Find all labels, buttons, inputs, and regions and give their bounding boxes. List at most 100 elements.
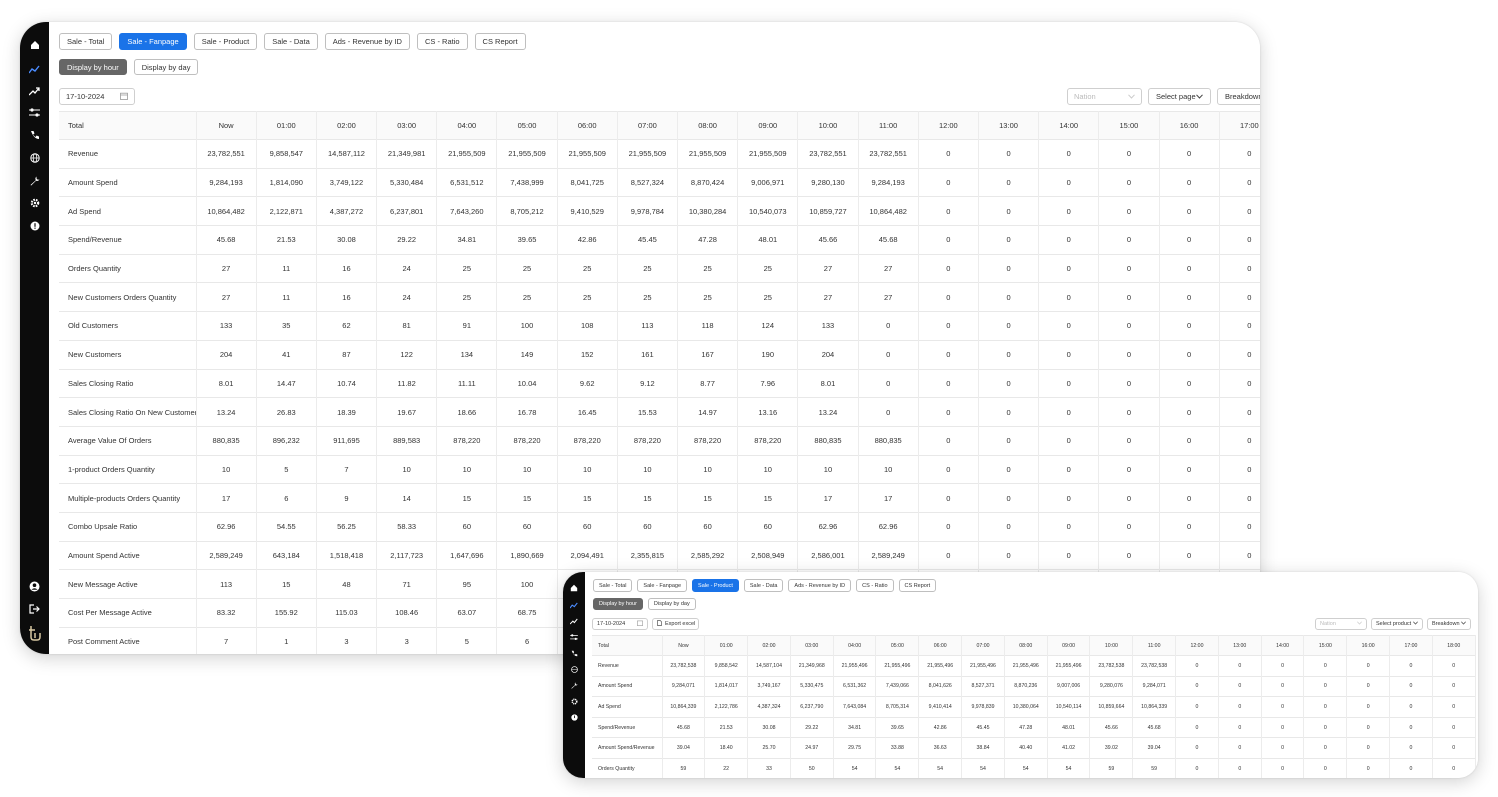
table-cell: 880,835 (196, 425, 257, 456)
table-cell: 25 (677, 282, 739, 312)
column-header[interactable]: 13:00 (1218, 635, 1262, 656)
column-header[interactable]: 05:00 (875, 635, 920, 656)
column-header[interactable]: 01:00 (256, 111, 317, 140)
column-header[interactable]: Now (662, 635, 706, 656)
tab-cs-ratio[interactable]: CS - Ratio (856, 579, 894, 592)
column-header[interactable]: 14:00 (1261, 635, 1305, 656)
column-header[interactable]: 10:00 (797, 111, 859, 140)
home-icon[interactable] (20, 38, 49, 52)
tab-sale-total[interactable]: Sale - Total (593, 579, 633, 592)
select-page-dropdown[interactable]: Select page (1148, 88, 1211, 105)
logout-icon[interactable] (20, 602, 49, 616)
column-header[interactable]: 04:00 (833, 635, 877, 656)
tab-sale-fanpage[interactable]: Sale - Fanpage (637, 579, 688, 592)
column-header[interactable]: Total (59, 111, 197, 140)
phone-icon[interactable] (20, 128, 49, 142)
alert-icon[interactable] (563, 712, 585, 723)
tab-cs-ratio[interactable]: CS - Ratio (416, 33, 468, 50)
column-header[interactable]: 17:00 (1219, 111, 1260, 140)
column-header[interactable]: 02:00 (747, 635, 791, 656)
wrench-icon[interactable] (20, 174, 49, 188)
column-header[interactable]: Now (196, 111, 257, 140)
column-header[interactable]: 10:00 (1089, 635, 1134, 656)
table-row: Old Customers 133 35 62 81 91 100 108 113 118 124 1… (59, 311, 1260, 341)
column-header[interactable]: 05:00 (496, 111, 558, 140)
column-header[interactable]: 07:00 (961, 635, 1005, 656)
column-header[interactable]: 17:00 (1389, 635, 1433, 656)
column-header[interactable]: 08:00 (677, 111, 739, 140)
column-header[interactable]: 01:00 (704, 635, 749, 656)
trending-up-icon[interactable] (20, 84, 49, 98)
nation-select[interactable]: Nation (1067, 88, 1142, 105)
table-cell: 15 (617, 483, 679, 513)
breakdown-dropdown[interactable]: Breakdown (1217, 88, 1260, 105)
column-header[interactable]: 03:00 (376, 111, 438, 140)
trending-up-icon[interactable] (563, 616, 585, 627)
chart-line-icon[interactable] (563, 600, 585, 611)
table-cell: 14.97 (677, 397, 739, 427)
column-header[interactable]: 13:00 (978, 111, 1040, 140)
tab-ads-revenue-by-id[interactable]: Ads - Revenue by ID (324, 33, 410, 50)
column-header[interactable]: 11:00 (1132, 635, 1177, 656)
column-header[interactable]: 06:00 (557, 111, 618, 140)
chevron-down-icon (1357, 621, 1362, 627)
home-icon[interactable] (563, 582, 585, 593)
display-by-hour-button[interactable]: Display by hour (593, 598, 643, 610)
column-header[interactable]: 14:00 (1038, 111, 1100, 140)
column-header[interactable]: 11:00 (858, 111, 919, 140)
sliders-icon[interactable] (20, 106, 49, 120)
tab-sale-product[interactable]: Sale - Product (692, 579, 739, 592)
gear-icon[interactable] (563, 696, 585, 707)
nation-select[interactable]: Nation (1315, 618, 1367, 630)
date-picker[interactable]: 17-10-2024 (592, 618, 648, 630)
column-header[interactable]: Total (592, 635, 663, 656)
column-header[interactable]: 12:00 (1175, 635, 1219, 656)
wrench-icon[interactable] (563, 680, 585, 691)
tab-cs-report[interactable]: CS Report (474, 33, 526, 50)
column-header[interactable]: 18:00 (1432, 635, 1476, 656)
tab-sale-total[interactable]: Sale - Total (59, 33, 113, 50)
table-cell: 0 (1432, 737, 1476, 759)
export-label: Export excel (665, 621, 696, 627)
table-cell: 30.08 (316, 225, 378, 255)
tab-ads-revenue-by-id[interactable]: Ads - Revenue by ID (788, 579, 852, 592)
column-header[interactable]: 12:00 (918, 111, 979, 140)
phone-icon[interactable] (563, 648, 585, 659)
select-product-dropdown[interactable]: Select product (1371, 618, 1423, 630)
table-cell: 6,237,790 (790, 696, 834, 718)
table-cell: 45.66 (797, 225, 859, 255)
column-header[interactable]: 06:00 (918, 635, 963, 656)
sliders-icon[interactable] (563, 632, 585, 643)
export-excel-button[interactable]: Export excel (652, 618, 699, 630)
table-cell: 11 (256, 253, 317, 283)
globe-icon[interactable] (563, 664, 585, 675)
column-header[interactable]: 09:00 (737, 111, 799, 140)
table-cell: 0 (978, 196, 1040, 226)
column-header[interactable]: 07:00 (617, 111, 679, 140)
column-header[interactable]: 15:00 (1303, 635, 1348, 656)
display-by-day-button[interactable]: Display by day (133, 59, 199, 75)
breakdown-dropdown[interactable]: Breakdown (1427, 618, 1471, 630)
display-by-day-button[interactable]: Display by day (647, 598, 696, 610)
table-cell: 0 (978, 540, 1040, 570)
tab-sale-fanpage[interactable]: Sale - Fanpage (119, 33, 187, 50)
gear-icon[interactable] (20, 196, 49, 210)
chart-line-icon[interactable] (20, 62, 49, 76)
date-picker[interactable]: 17-10-2024 (59, 88, 135, 105)
tab-sale-data[interactable]: Sale - Data (743, 579, 784, 592)
globe-icon[interactable] (20, 151, 49, 165)
column-header[interactable]: 16:00 (1346, 635, 1391, 656)
column-header[interactable]: 08:00 (1004, 635, 1048, 656)
column-header[interactable]: 16:00 (1159, 111, 1220, 140)
tab-sale-data[interactable]: Sale - Data (264, 33, 318, 50)
tab-cs-report[interactable]: CS Report (898, 579, 937, 592)
column-header[interactable]: 02:00 (316, 111, 378, 140)
column-header[interactable]: 15:00 (1098, 111, 1160, 140)
alert-icon[interactable] (20, 219, 49, 233)
tab-sale-product[interactable]: Sale - Product (193, 33, 258, 50)
column-header[interactable]: 03:00 (790, 635, 834, 656)
display-by-hour-button[interactable]: Display by hour (59, 59, 127, 75)
column-header[interactable]: 04:00 (436, 111, 498, 140)
user-icon[interactable] (20, 579, 49, 593)
column-header[interactable]: 09:00 (1047, 635, 1091, 656)
